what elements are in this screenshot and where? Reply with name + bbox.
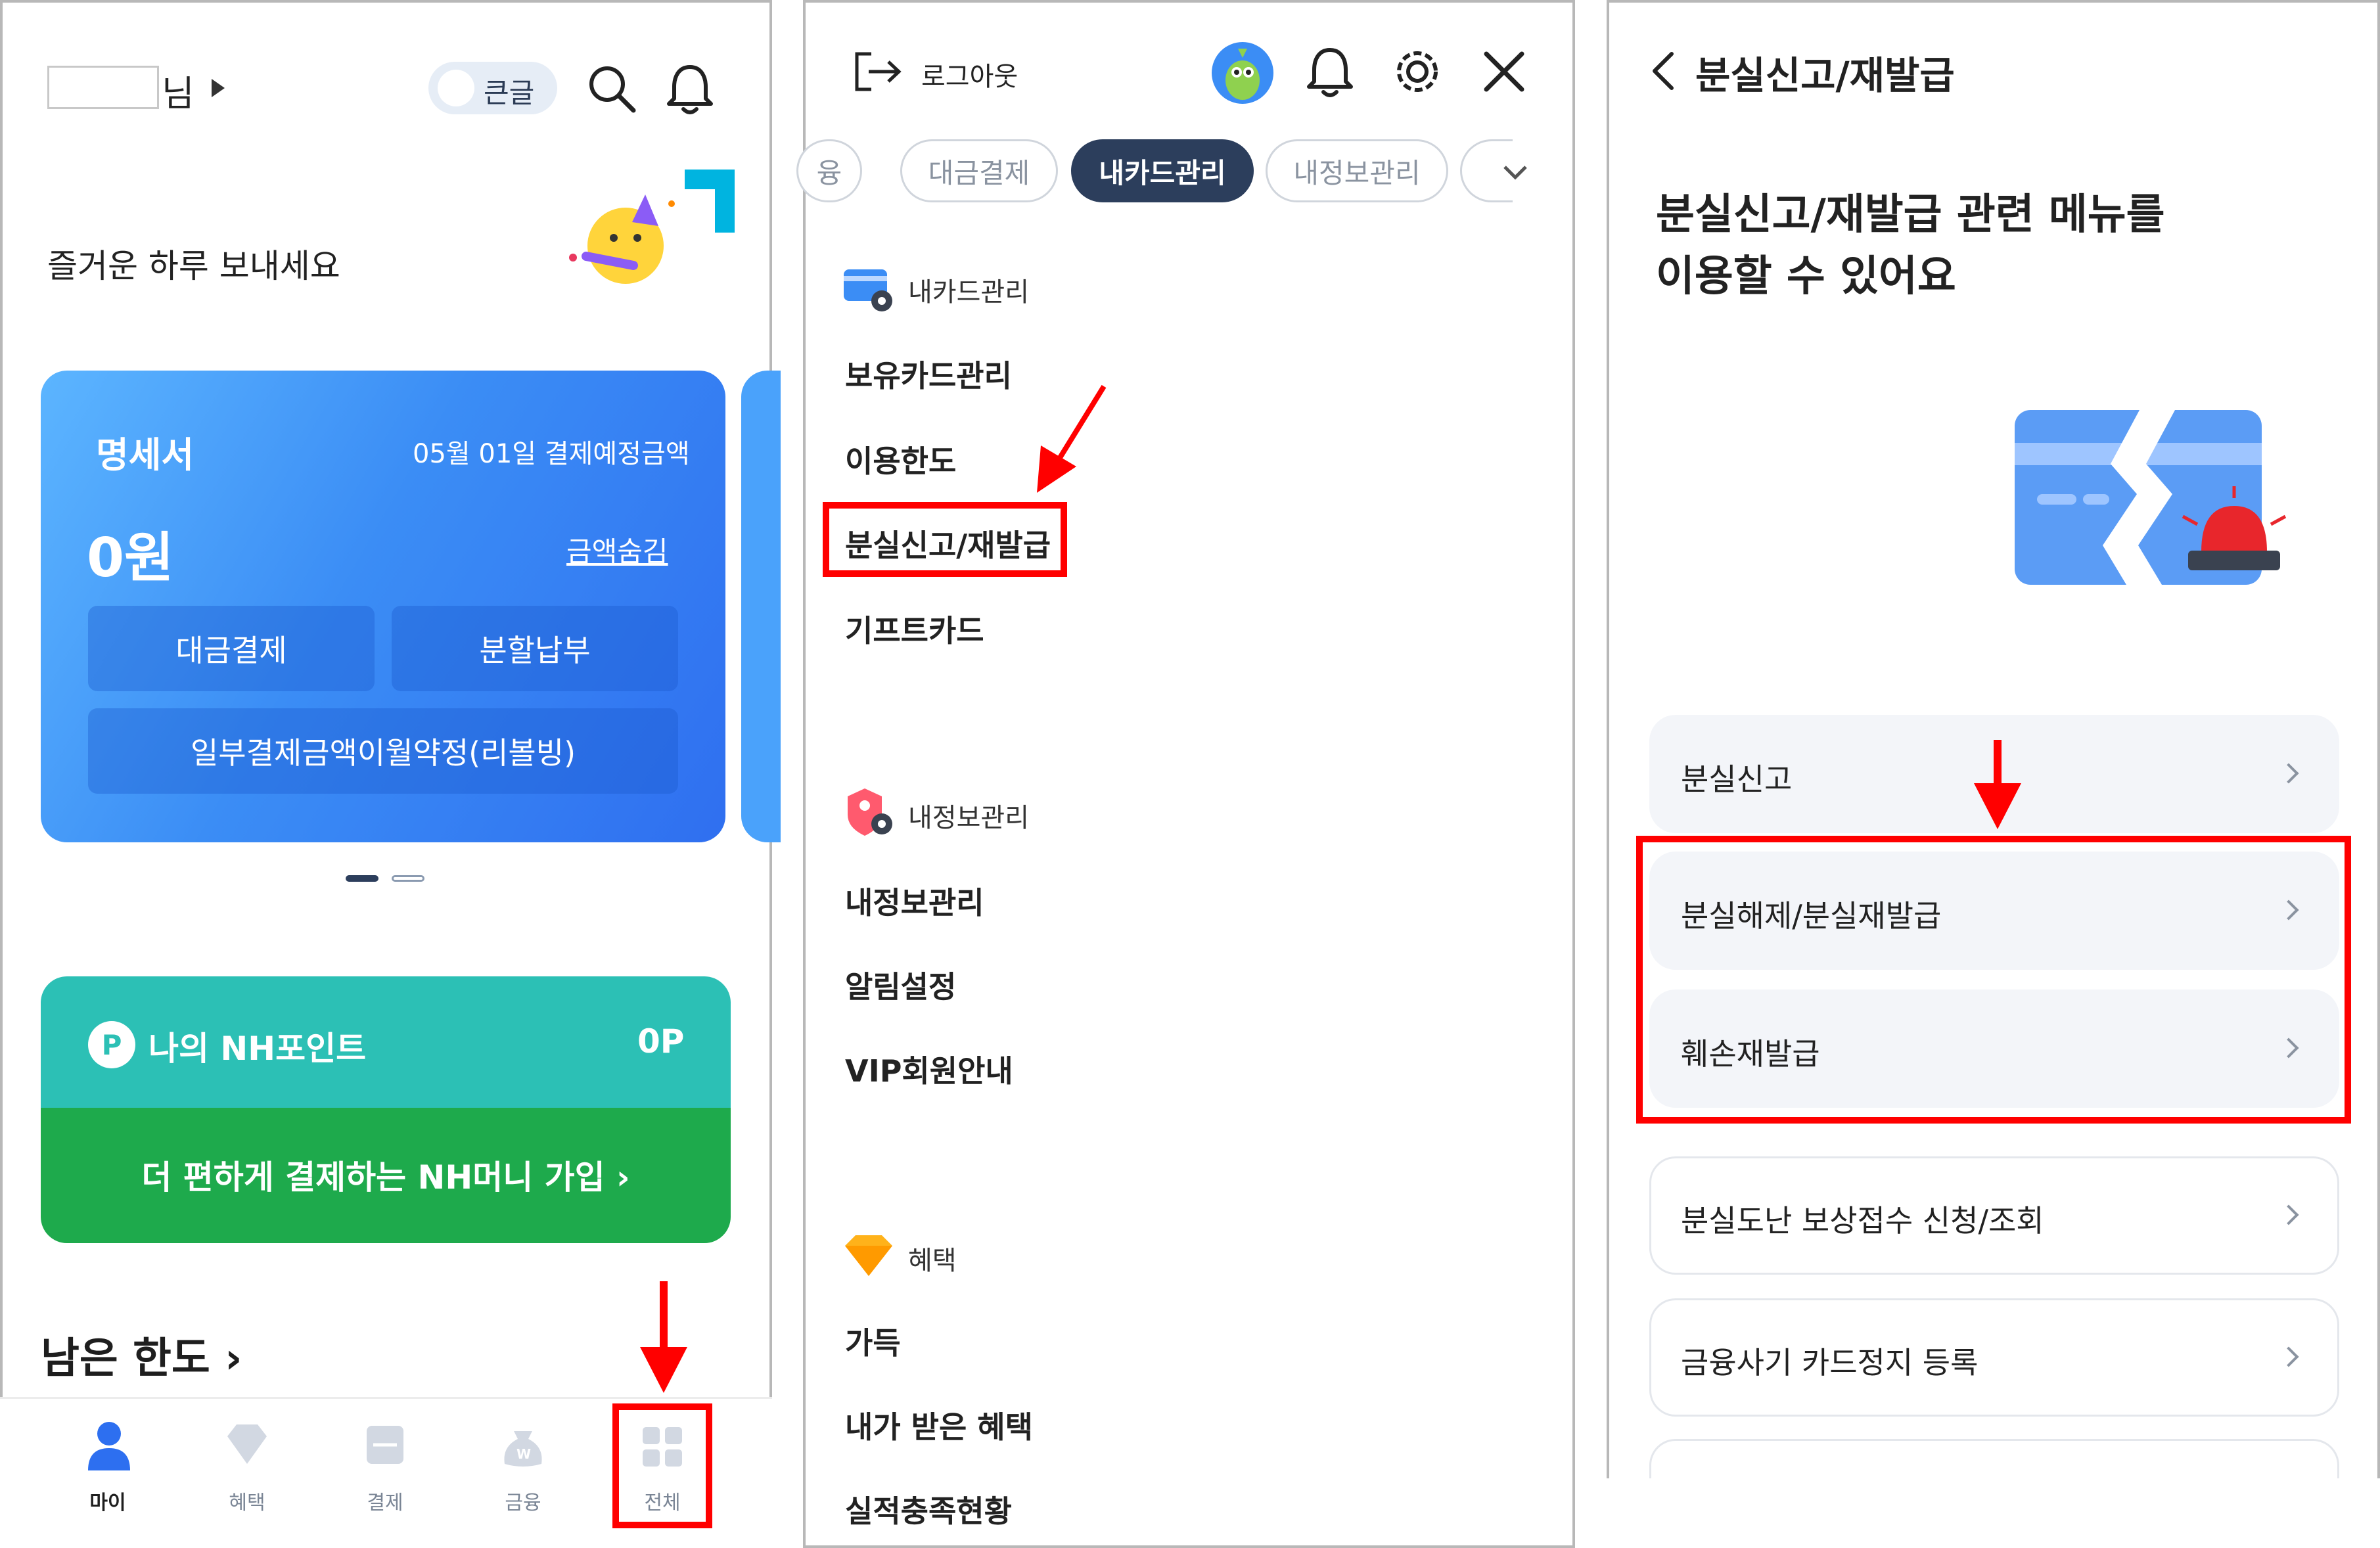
broken-card-alarm-icon — [2015, 410, 2287, 585]
card-settings-icon — [844, 269, 892, 311]
hide-amount-link[interactable]: 금액숨김 — [566, 530, 668, 570]
menu-alarm-settings[interactable]: 알림설정 — [845, 963, 956, 1007]
scan-pay-icon[interactable] — [364, 1422, 406, 1468]
revolving-button[interactable]: 일부결제금액이월약정(리볼빙) — [88, 708, 678, 794]
menu-usage-limit[interactable]: 이용한도 — [845, 438, 956, 481]
annotation-box-lost-report — [823, 502, 1067, 577]
nav-finance[interactable]: 금융 — [477, 1486, 569, 1515]
section-label-my-info: 내정보관리 — [908, 803, 1029, 833]
menu-owned-cards[interactable]: 보유카드관리 — [845, 352, 1012, 396]
back-arrow-icon[interactable] — [1649, 50, 1676, 92]
bell-icon[interactable] — [664, 60, 716, 117]
annotation-arrow-down-icon — [640, 1281, 687, 1393]
carousel-dot-active[interactable] — [346, 875, 378, 882]
profile-avatar-icon[interactable] — [1210, 41, 1275, 105]
gem-icon — [845, 1235, 892, 1276]
nh-point-title: 나의 NH포인트 — [149, 1030, 367, 1068]
carousel-dot[interactable] — [392, 875, 424, 882]
row-fraud-card-stop-label: 금융사기 카드정지 등록 — [1681, 1345, 1979, 1380]
tab-bill-payment[interactable]: 대금결제 — [900, 139, 1058, 202]
nav-benefit[interactable]: 혜택 — [201, 1486, 293, 1515]
logout-icon[interactable] — [852, 50, 904, 93]
menu-gadeuk[interactable]: 가득 — [845, 1319, 901, 1363]
bell-icon[interactable] — [1304, 45, 1356, 101]
annotation-box-reissue-rows — [1636, 836, 2351, 1124]
greeting-text: 즐거운 하루 보내세요 — [47, 247, 340, 285]
caret-right-icon[interactable] — [210, 78, 226, 99]
person-icon[interactable] — [84, 1419, 134, 1472]
chevron-down-icon[interactable] — [1502, 163, 1528, 181]
nh-point-card[interactable] — [41, 976, 731, 1108]
tab-my-card[interactable]: 내카드관리 — [1071, 139, 1254, 202]
next-card-peek[interactable] — [741, 371, 781, 842]
heading-line-1: 분실신고/재발급 관련 메뉴를 — [1656, 191, 2165, 239]
annotation-arrow-down-icon — [1974, 740, 2021, 829]
gear-icon[interactable] — [1392, 46, 1443, 97]
money-bag-icon[interactable]: W — [501, 1421, 545, 1469]
toggle-knob — [438, 70, 474, 106]
tab-finance-partial[interactable]: 융 — [796, 139, 862, 202]
menu-my-info[interactable]: 내정보관리 — [845, 879, 984, 922]
row-lost-report-label: 분실신고 — [1681, 762, 1793, 797]
heading-line-2: 이용할 수 있어요 — [1656, 252, 1956, 301]
menu-performance-status[interactable]: 실적충족현황 — [845, 1488, 1012, 1531]
page-title: 분실신고/재발급 — [1695, 53, 1955, 98]
nh-money-join-text: 더 편하게 결제하는 NH머니 가입 › — [141, 1158, 630, 1196]
section-label-my-card: 내카드관리 — [908, 277, 1029, 307]
statement-title: 명세서 — [96, 434, 195, 476]
page-heading: 분실신고/재발급 관련 메뉴를 이용할 수 있어요 — [1656, 184, 2247, 307]
annotation-box-all-menu — [612, 1403, 712, 1528]
row-theft-compensation-label: 분실도난 보상접수 신청/조회 — [1681, 1203, 2044, 1239]
big-text-label: 큰글 — [484, 77, 535, 109]
installment-button[interactable]: 분할납부 — [392, 606, 678, 691]
tab-my-info[interactable]: 내정보관리 — [1266, 139, 1448, 202]
payment-amount: 0원 — [87, 527, 174, 589]
point-badge-icon: P — [88, 1021, 135, 1068]
menu-vip-info[interactable]: VIP회원안내 — [845, 1047, 1013, 1091]
menu-gift-card[interactable]: 기프트카드 — [845, 607, 984, 650]
user-name-suffix: 님 — [162, 73, 195, 114]
section-label-benefit: 혜택 — [908, 1246, 957, 1276]
logout-button[interactable]: 로그아웃 — [921, 55, 1018, 93]
nav-my[interactable]: 마이 — [62, 1486, 154, 1515]
pay-bill-button[interactable]: 대금결제 — [88, 606, 375, 691]
menu-received-benefits[interactable]: 내가 받은 혜택 — [845, 1403, 1033, 1447]
list-fade — [1607, 1478, 2380, 1548]
person-settings-icon — [848, 788, 892, 836]
party-emoji-icon — [569, 170, 735, 284]
nh-point-value: 0P — [637, 1022, 685, 1060]
search-icon[interactable] — [585, 62, 637, 114]
remaining-limit-link[interactable]: 남은 한도 › — [41, 1325, 242, 1385]
all-menu-screen — [803, 0, 1575, 1548]
close-icon[interactable] — [1481, 49, 1527, 95]
nav-payment[interactable]: 결제 — [339, 1486, 431, 1515]
svg-text:W: W — [516, 1446, 531, 1462]
diamond-icon[interactable] — [221, 1422, 273, 1468]
big-text-toggle[interactable]: 큰글 — [428, 62, 557, 114]
user-name-field — [47, 66, 159, 109]
annotation-arrow-diagonal-icon — [1037, 384, 1107, 493]
payment-due-label: 05월 01일 결제예정금액 — [413, 439, 690, 469]
